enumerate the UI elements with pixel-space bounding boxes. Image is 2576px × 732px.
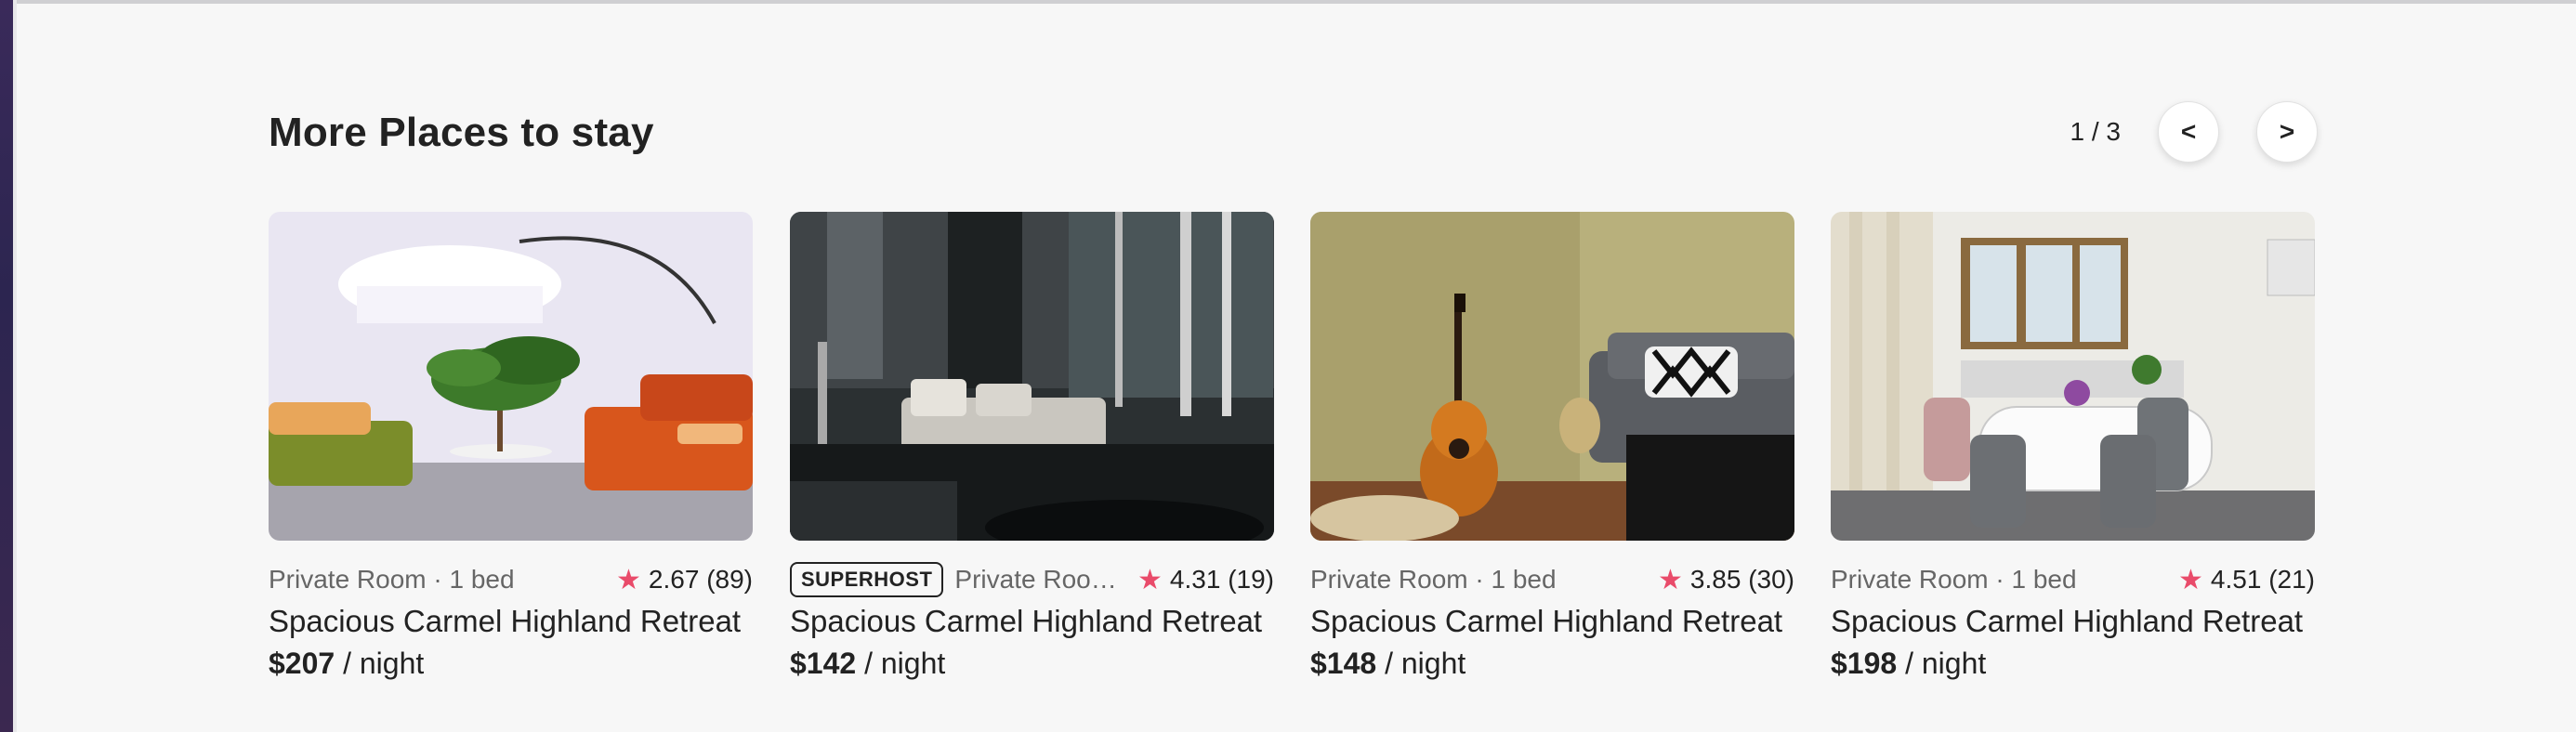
dark-lounge-image[interactable] (790, 212, 1274, 541)
next-button[interactable]: > (2256, 101, 2318, 163)
price-amount: $207 (269, 647, 335, 680)
price-unit: / night (1897, 647, 1987, 680)
listing-price: $148 / night (1310, 647, 1794, 681)
listing-name[interactable]: Spacious Carmel Highland Retreat (269, 604, 753, 639)
rating-value: 3.85 (30) (1689, 565, 1794, 594)
star-icon: ★ (1137, 564, 1163, 595)
room-type: Private Room · 1 bed (1831, 565, 2077, 594)
price-unit: / night (1376, 647, 1466, 680)
listing-name[interactable]: Spacious Carmel Highland Retreat (790, 604, 1274, 639)
carousel-pager: 1 / 3 < > (2070, 101, 2318, 163)
rating-value: 4.31 (19) (1169, 565, 1274, 594)
listing-meta: Private Room · 1 bed ★ 2.67 (89) (269, 561, 753, 598)
window-left-edge (0, 0, 17, 732)
rating: ★ 3.85 (30) (1658, 564, 1794, 596)
price-amount: $148 (1310, 647, 1377, 680)
room-type: Private Room · 1 bed (954, 565, 1137, 594)
window-top-edge (0, 0, 2576, 4)
listing-card[interactable]: Private Room · 1 bed ★ 3.85 (30) Spaciou… (1310, 212, 1794, 681)
star-icon: ★ (2178, 564, 2203, 595)
rating-value: 4.51 (21) (2210, 565, 2315, 594)
price-amount: $198 (1831, 647, 1898, 680)
listing-meta: SUPERHOST Private Room · 1 bed ★ 4.31 (1… (790, 561, 1274, 598)
listing-card[interactable]: Private Room · 1 bed ★ 2.67 (89) Spaciou… (269, 212, 753, 681)
listing-name[interactable]: Spacious Carmel Highland Retreat (1310, 604, 1794, 639)
price-unit: / night (856, 647, 946, 680)
listing-name[interactable]: Spacious Carmel Highland Retreat (1831, 604, 2315, 639)
prev-button[interactable]: < (2158, 101, 2219, 163)
price-amount: $142 (790, 647, 857, 680)
dining-room-image[interactable] (1831, 212, 2315, 541)
listing-card[interactable]: Private Room · 1 bed ★ 4.51 (21) Spaciou… (1831, 212, 2315, 681)
listing-meta: Private Room · 1 bed ★ 4.51 (21) (1831, 561, 2315, 598)
section-title: More Places to stay (269, 110, 654, 155)
living-room-lamp-image[interactable] (269, 212, 753, 541)
listing-price: $198 / night (1831, 647, 2315, 681)
star-icon: ★ (616, 564, 641, 595)
room-type: Private Room · 1 bed (1310, 565, 1557, 594)
star-icon: ★ (1658, 564, 1683, 595)
guitar-sofa-image[interactable] (1310, 212, 1794, 541)
rating: ★ 4.31 (19) (1137, 564, 1274, 596)
room-type: Private Room · 1 bed (269, 565, 515, 594)
price-unit: / night (335, 647, 425, 680)
superhost-badge: SUPERHOST (790, 562, 944, 597)
rating: ★ 2.67 (89) (616, 564, 753, 596)
listing-meta: Private Room · 1 bed ★ 3.85 (30) (1310, 561, 1794, 598)
page-indicator: 1 / 3 (2070, 117, 2121, 146)
listing-price: $142 / night (790, 647, 1274, 681)
listing-card[interactable]: SUPERHOST Private Room · 1 bed ★ 4.31 (1… (790, 212, 1274, 681)
rating-value: 2.67 (89) (648, 565, 753, 594)
listing-price: $207 / night (269, 647, 753, 681)
rating: ★ 4.51 (21) (2178, 564, 2315, 596)
